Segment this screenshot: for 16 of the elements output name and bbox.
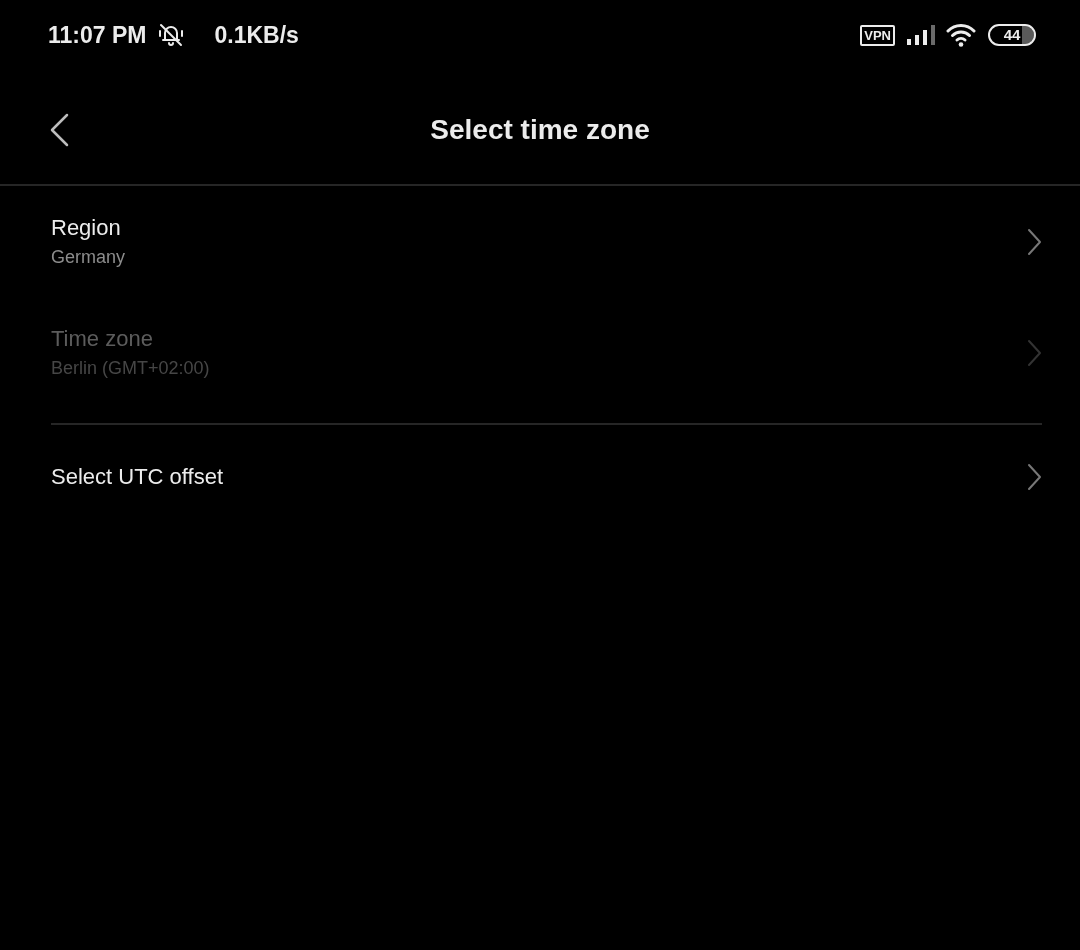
back-button[interactable] bbox=[48, 113, 70, 147]
setting-title[interactable]: Select UTC offset bbox=[51, 463, 223, 491]
status-time: 11:07 PM bbox=[48, 21, 147, 49]
page-title: Select time zone bbox=[430, 113, 650, 147]
chevron-right-icon bbox=[1027, 227, 1042, 256]
chevron-right-icon bbox=[1027, 463, 1042, 491]
chevron-right-icon bbox=[1027, 338, 1042, 367]
setting-value: Berlin (GMT+02:00) bbox=[51, 356, 210, 380]
setting-title[interactable]: Region bbox=[51, 213, 121, 242]
signal-icon bbox=[907, 25, 935, 45]
vpn-indicator: VPN bbox=[860, 24, 895, 46]
wifi-icon bbox=[946, 23, 976, 47]
setting-value: Germany bbox=[51, 245, 126, 269]
network-speed: 0.1KB/s bbox=[214, 21, 299, 49]
battery-indicator: 44 bbox=[988, 24, 1036, 46]
bell-off-icon bbox=[158, 22, 185, 48]
